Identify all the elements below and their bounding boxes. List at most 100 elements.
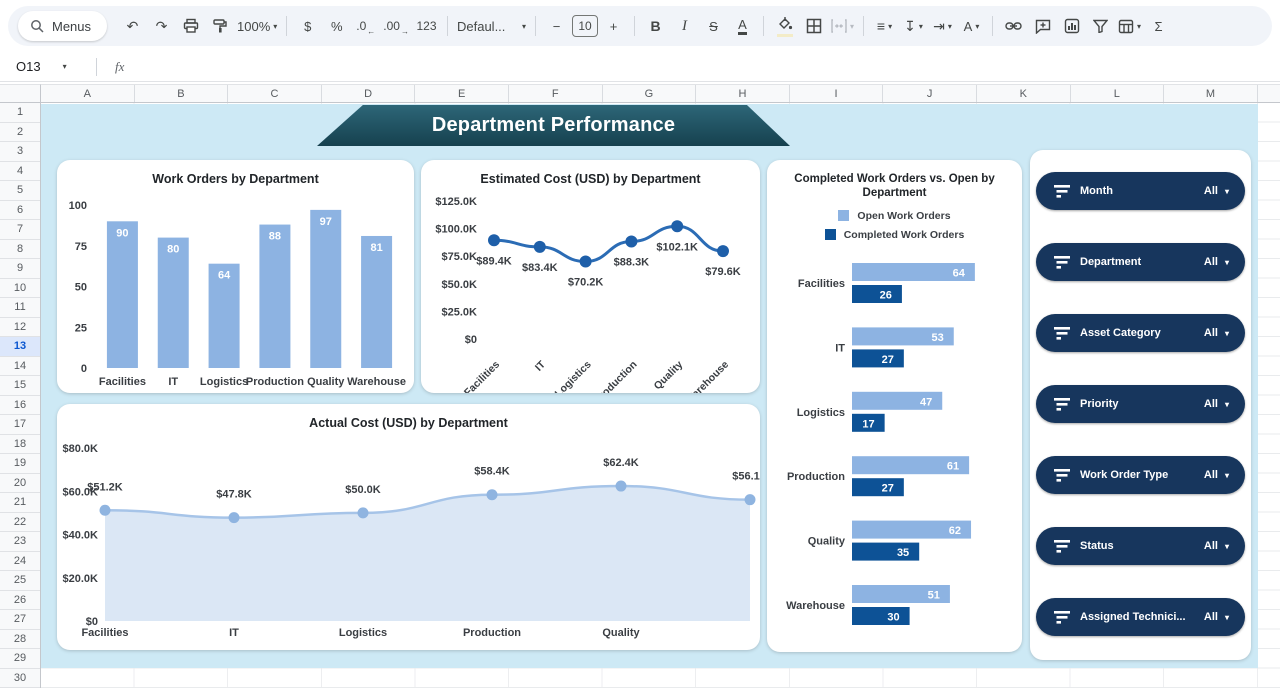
text-rotation-button[interactable]: A ▾ <box>958 12 985 40</box>
row-header-4[interactable]: 4 <box>0 162 40 182</box>
row-header-26[interactable]: 26 <box>0 591 40 611</box>
column-header-A[interactable]: A <box>41 85 135 102</box>
column-header-M[interactable]: M <box>1164 85 1258 102</box>
row-header-8[interactable]: 8 <box>0 240 40 260</box>
row-header-11[interactable]: 11 <box>0 298 40 318</box>
column-header-H[interactable]: H <box>696 85 790 102</box>
dashboard-banner[interactable]: Department Performance <box>317 105 790 146</box>
slicer-status[interactable]: Status All ▾ <box>1036 527 1245 565</box>
decrease-font-size-button[interactable]: − <box>543 12 570 40</box>
svg-text:26: 26 <box>880 290 892 302</box>
row-header-3[interactable]: 3 <box>0 142 40 162</box>
row-header-2[interactable]: 2 <box>0 123 40 143</box>
column-header-D[interactable]: D <box>322 85 416 102</box>
paint-bucket-icon <box>777 16 793 37</box>
paint-format-button[interactable] <box>206 12 233 40</box>
font-size-input[interactable]: 10 <box>572 15 598 37</box>
row-header-13[interactable]: 13 <box>0 337 40 357</box>
slicer-label: Work Order Type <box>1080 469 1168 481</box>
row-header-6[interactable]: 6 <box>0 201 40 221</box>
slicer-assigned-technici[interactable]: Assigned Technici... All ▾ <box>1036 598 1245 636</box>
column-header-K[interactable]: K <box>977 85 1071 102</box>
select-all-corner[interactable] <box>0 84 41 103</box>
increase-font-size-button[interactable]: + <box>600 12 627 40</box>
svg-text:17: 17 <box>862 418 874 430</box>
slicer-asset-category[interactable]: Asset Category All ▾ <box>1036 314 1245 352</box>
row-header-19[interactable]: 19 <box>0 454 40 474</box>
column-header-E[interactable]: E <box>415 85 509 102</box>
table-tools-button[interactable]: ▾ <box>1116 12 1143 40</box>
slicer-work-order-type[interactable]: Work Order Type All ▾ <box>1036 456 1245 494</box>
column-header-L[interactable]: L <box>1071 85 1165 102</box>
column-header-J[interactable]: J <box>883 85 977 102</box>
row-header-23[interactable]: 23 <box>0 532 40 552</box>
printer-icon <box>183 18 199 34</box>
decrease-decimal-button[interactable]: .0 ← <box>352 12 379 40</box>
slicer-department[interactable]: Department All ▾ <box>1036 243 1245 281</box>
strikethrough-button[interactable]: S <box>700 12 727 40</box>
undo-button[interactable]: ↶ <box>119 12 146 40</box>
formula-bar: O13 ▾ fx <box>0 52 1280 82</box>
row-header-18[interactable]: 18 <box>0 435 40 455</box>
row-header-27[interactable]: 27 <box>0 610 40 630</box>
text-color-label: A <box>738 18 747 35</box>
text-color-button[interactable]: A <box>729 12 756 40</box>
insert-link-button[interactable] <box>1000 12 1027 40</box>
row-header-7[interactable]: 7 <box>0 220 40 240</box>
row-header-28[interactable]: 28 <box>0 630 40 650</box>
row-header-10[interactable]: 10 <box>0 279 40 299</box>
column-header-C[interactable]: C <box>228 85 322 102</box>
horizontal-align-button[interactable]: ≡ ▾ <box>871 12 898 40</box>
zoom-select[interactable]: 100% ▾ <box>235 12 279 40</box>
row-header-21[interactable]: 21 <box>0 493 40 513</box>
row-header-9[interactable]: 9 <box>0 259 40 279</box>
print-button[interactable] <box>177 12 204 40</box>
italic-button[interactable]: I <box>671 12 698 40</box>
row-header-14[interactable]: 14 <box>0 357 40 377</box>
text-wrap-button[interactable]: ⇥ ▾ <box>929 12 956 40</box>
row-header-5[interactable]: 5 <box>0 181 40 201</box>
column-header-I[interactable]: I <box>790 85 884 102</box>
row-header-24[interactable]: 24 <box>0 552 40 572</box>
font-family-select[interactable]: Defaul... ▾ <box>455 12 528 40</box>
row-header-1[interactable]: 1 <box>0 103 40 123</box>
borders-button[interactable] <box>800 12 827 40</box>
insert-comment-button[interactable] <box>1029 12 1056 40</box>
row-header-30[interactable]: 30 <box>0 669 40 688</box>
row-header-29[interactable]: 29 <box>0 649 40 669</box>
slicer-priority[interactable]: Priority All ▾ <box>1036 385 1245 423</box>
column-header-G[interactable]: G <box>603 85 697 102</box>
format-currency-button[interactable]: $ <box>294 12 321 40</box>
fill-color-button[interactable] <box>771 12 798 40</box>
slicer-month[interactable]: Month All ▾ <box>1036 172 1245 210</box>
completed-vs-open-hbar-chart[interactable]: Facilities6426IT5327Logistics4717Product… <box>767 244 1022 652</box>
menus-button[interactable]: Menus <box>18 11 107 41</box>
row-header-22[interactable]: 22 <box>0 513 40 533</box>
column-header-B[interactable]: B <box>135 85 229 102</box>
slicer-value: All <box>1204 469 1218 481</box>
redo-button[interactable]: ↷ <box>148 12 175 40</box>
formula-input[interactable] <box>124 52 1280 81</box>
svg-text:Warehouse: Warehouse <box>683 359 731 393</box>
merge-cells-button[interactable]: ▾ <box>829 12 856 40</box>
row-header-17[interactable]: 17 <box>0 415 40 435</box>
format-percent-button[interactable]: % <box>323 12 350 40</box>
work-orders-bar-chart[interactable]: 100755025090Facilities80IT64Logistics88P… <box>57 193 414 393</box>
increase-decimal-button[interactable]: .00 → <box>381 12 411 40</box>
bold-button[interactable]: B <box>642 12 669 40</box>
functions-button[interactable]: Σ <box>1145 12 1172 40</box>
row-header-16[interactable]: 16 <box>0 396 40 416</box>
estimated-cost-line-chart[interactable]: $0$25.0K$50.0K$75.0K$100.0K$125.0K$89.4K… <box>421 193 760 393</box>
create-filter-button[interactable] <box>1087 12 1114 40</box>
vertical-align-button[interactable]: ↧ ▾ <box>900 12 927 40</box>
column-header-F[interactable]: F <box>509 85 603 102</box>
insert-chart-button[interactable] <box>1058 12 1085 40</box>
row-header-20[interactable]: 20 <box>0 474 40 494</box>
row-header-15[interactable]: 15 <box>0 376 40 396</box>
name-box[interactable]: O13 ▾ <box>0 59 86 74</box>
row-header-12[interactable]: 12 <box>0 318 40 338</box>
chart-title: Completed Work Orders vs. Open by Depart… <box>786 160 1004 200</box>
row-header-25[interactable]: 25 <box>0 571 40 591</box>
more-formats-button[interactable]: 123 <box>413 12 440 40</box>
actual-cost-area-chart[interactable]: $0$20.0K$40.0K$60.0K$80.0K$51.2KFaciliti… <box>57 440 760 650</box>
